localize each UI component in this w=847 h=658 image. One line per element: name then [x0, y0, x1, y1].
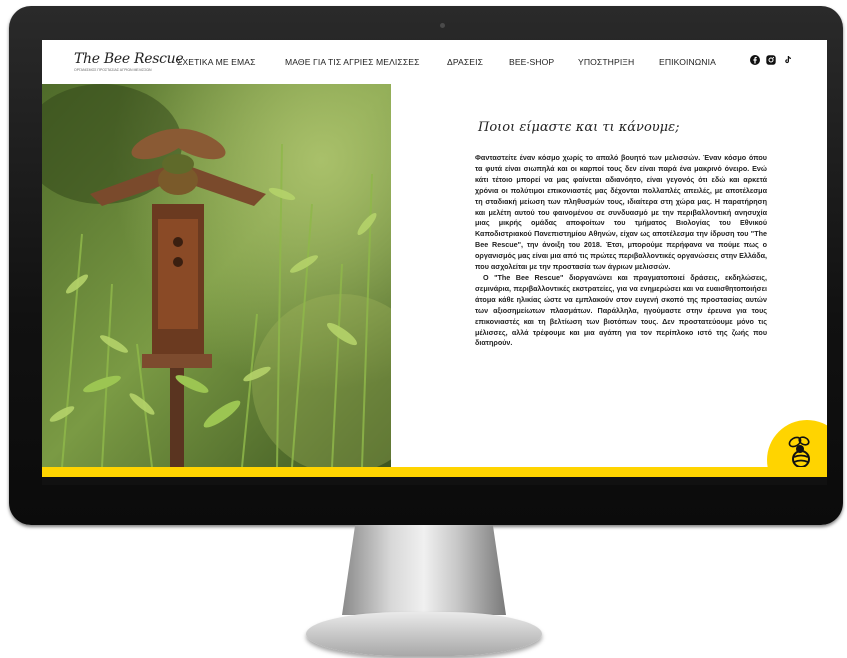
about-text: Φανταστείτε έναν κόσμο χωρίς το απαλό βο…	[475, 153, 767, 349]
nav-item-bee-shop[interactable]: BEE-SHOP	[509, 57, 554, 67]
nav-item-actions[interactable]: ΔΡΑΣΕΙΣ	[447, 57, 483, 67]
nav-item-learn-wild-bees[interactable]: ΜΑΘΕ ΓΙΑ ΤΙΣ ΑΓΡΙΕΣ ΜΕΛΙΣΣΕΣ	[285, 57, 420, 67]
hero-photo-bee-hotel	[42, 84, 391, 467]
brand-title: The Bee Rescue	[74, 51, 184, 67]
bee-mascot-icon[interactable]	[783, 434, 817, 470]
top-navigation: The Bee Rescue ΟΡΓΑΝΙΣΜΟΣ ΠΡΟΣΤΑΣΙΑΣ ΑΓΡ…	[42, 40, 827, 84]
nav-item-contact[interactable]: ΕΠΙΚΟΙΝΩΝΙΑ	[659, 57, 716, 67]
section-heading: Ποιοι είμαστε και τι κάνουμε;	[478, 120, 680, 135]
webcam-dot	[440, 23, 445, 28]
website-screen: The Bee Rescue ΟΡΓΑΝΙΣΜΟΣ ΠΡΟΣΤΑΣΙΑΣ ΑΓΡ…	[42, 40, 827, 485]
bee-hotel-photo	[42, 84, 391, 467]
about-paragraph-1: Φανταστείτε έναν κόσμο χωρίς το απαλό βο…	[475, 153, 767, 272]
tiktok-icon[interactable]	[783, 55, 793, 65]
monitor-stand-neck	[342, 525, 506, 615]
about-paragraph-2: Ο "The Bee Rescue" διοργανώνει και πραγμ…	[475, 272, 767, 348]
monitor-stand-base	[306, 612, 542, 656]
screen-bottom-edge	[42, 477, 827, 485]
facebook-icon[interactable]	[750, 55, 760, 65]
nav-item-about[interactable]: ΣΧΕΤΙΚΑ ΜΕ ΕΜΑΣ	[177, 57, 256, 67]
instagram-icon[interactable]	[766, 55, 776, 65]
brand-subtitle: ΟΡΓΑΝΙΣΜΟΣ ΠΡΟΣΤΑΣΙΑΣ ΑΓΡΙΩΝ ΜΕΛΙΣΣΩΝ	[74, 68, 152, 72]
brand-logo[interactable]: The Bee Rescue ΟΡΓΑΝΙΣΜΟΣ ΠΡΟΣΤΑΣΙΑΣ ΑΓΡ…	[74, 51, 184, 75]
nav-item-support[interactable]: ΥΠΟΣΤΗΡΙΞΗ	[578, 57, 634, 67]
